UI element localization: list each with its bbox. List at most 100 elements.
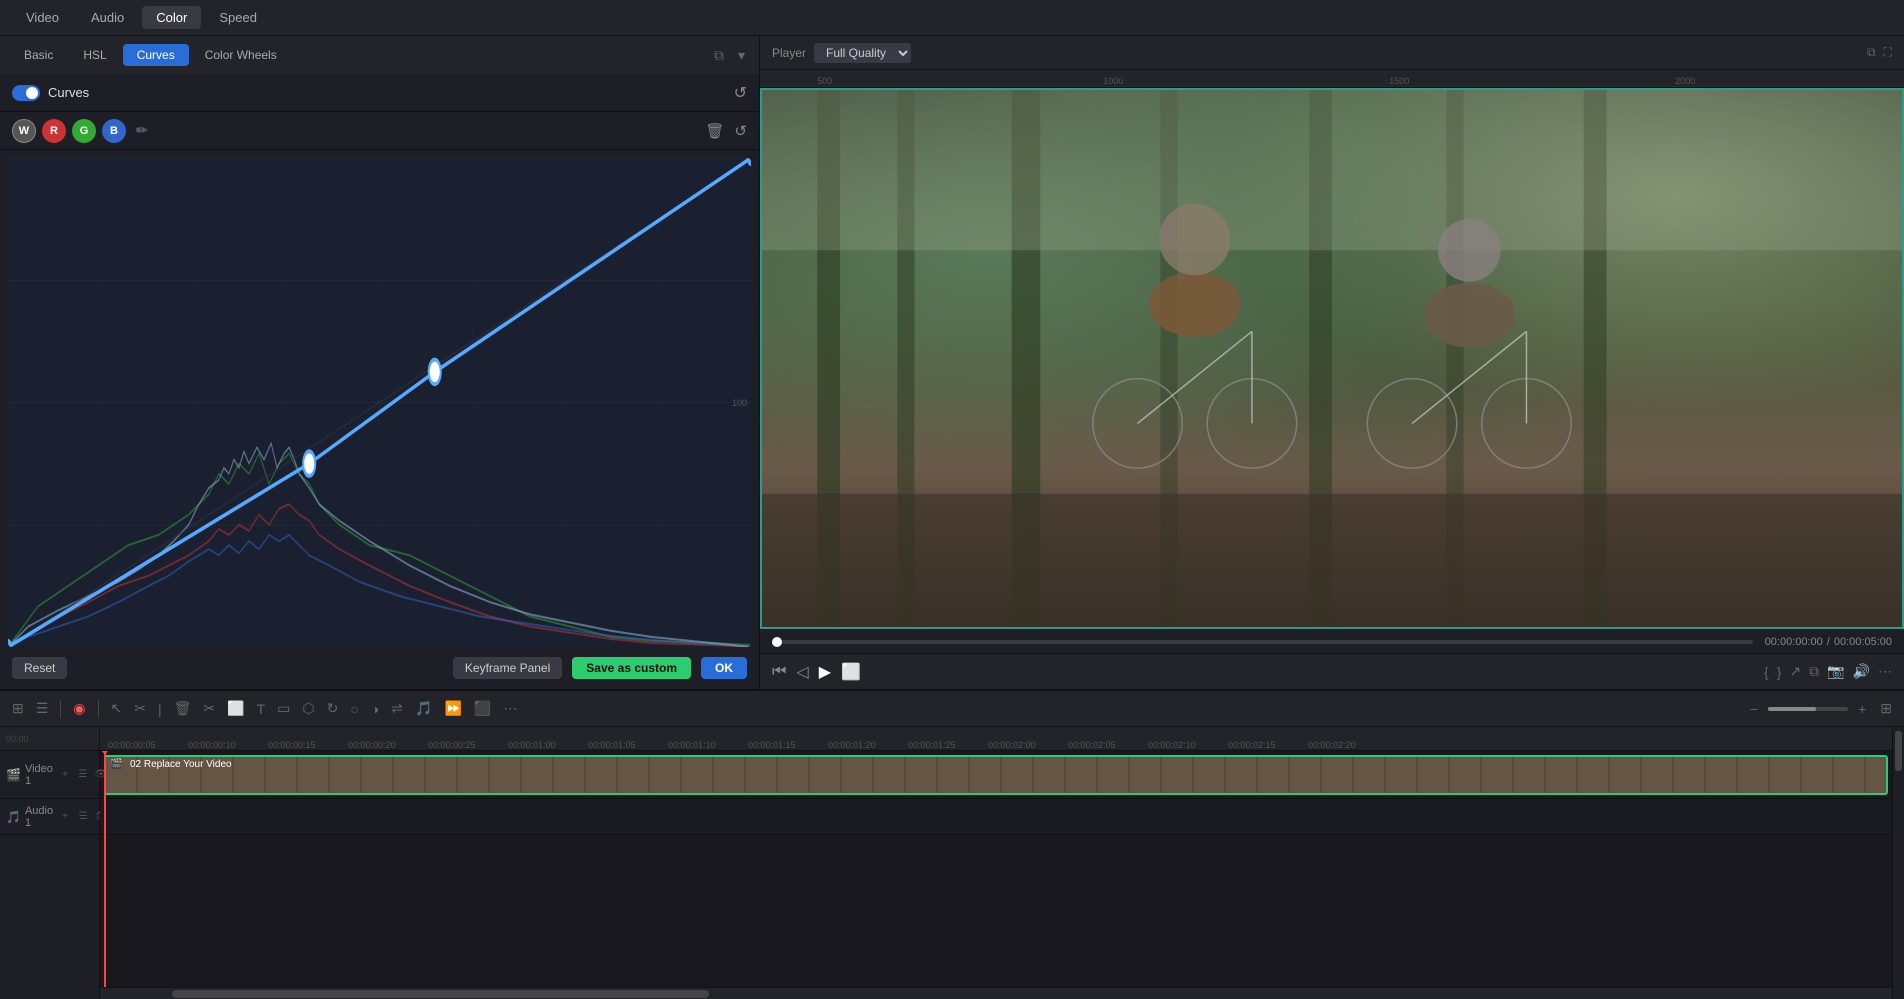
speed-btn[interactable]: ⏩ xyxy=(440,698,465,719)
zoom-in-btn[interactable]: + xyxy=(1854,699,1870,719)
keyframe-panel-button[interactable]: Keyframe Panel xyxy=(453,657,562,679)
pip-icon[interactable]: ⧉ xyxy=(1867,45,1876,60)
video-track-row: 🎬 02 Replace Your Video xyxy=(100,751,1892,799)
channel-w-btn[interactable]: W xyxy=(12,119,36,143)
volume-icon[interactable]: 🔊 xyxy=(1853,663,1870,680)
grid-view-btn[interactable]: ⊞ xyxy=(1876,698,1896,719)
select-tool[interactable]: ↖ xyxy=(107,698,127,719)
screen-icon[interactable]: ⧉ xyxy=(1809,663,1819,680)
audio-btn[interactable]: 🎵 xyxy=(411,698,436,719)
rect-btn[interactable]: ▭ xyxy=(273,698,294,719)
overlay-btn[interactable]: ⬛ xyxy=(470,698,495,719)
clip-label: 02 Replace Your Video xyxy=(130,759,232,770)
more-btn[interactable]: ⋯ xyxy=(499,698,521,719)
step-back-btn[interactable]: ◁ xyxy=(796,662,808,682)
side-scroll-thumb xyxy=(1895,731,1902,771)
timeline-tracks: 🎬 02 Replace Your Video xyxy=(100,751,1892,987)
extract-icon[interactable]: ↗ xyxy=(1789,663,1801,680)
timeline-add-icon[interactable]: ⊞ xyxy=(8,698,28,719)
timeline-ruler-tracks: 00:00:00:05 00:00:00:10 00:00:00:15 00:0… xyxy=(100,727,1892,999)
save-as-custom-button[interactable]: Save as custom xyxy=(572,657,691,679)
audio-mute-btn[interactable]: ☰ xyxy=(75,809,91,825)
razor-tool[interactable]: ✂ xyxy=(130,698,150,719)
timeline-side-scrollbar[interactable] xyxy=(1892,727,1904,999)
pencil-tool-btn[interactable]: ✏ xyxy=(136,122,148,139)
mark-in-icon[interactable]: { xyxy=(1764,664,1769,680)
reset-curve-btn[interactable]: ↺ xyxy=(734,122,747,140)
time-elapsed: 00:00:00:00 xyxy=(1765,636,1823,648)
scene-overlay xyxy=(760,88,1904,629)
playhead[interactable] xyxy=(104,751,106,987)
compare-icon[interactable]: ⧉ xyxy=(710,45,728,66)
stop-btn[interactable]: ⬜ xyxy=(841,662,861,682)
timeline-list-icon[interactable]: ☰ xyxy=(32,698,53,719)
sub-tab-bar: Basic HSL Curves Color Wheels ⧉ ▾ xyxy=(0,36,759,74)
ruler-mark-8: 00:00:01:15 xyxy=(748,740,828,750)
split-btn[interactable]: ⇌ xyxy=(387,698,407,719)
delete-curve-btn[interactable]: 🗑 xyxy=(705,122,724,140)
tab-color[interactable]: Color xyxy=(142,6,201,29)
play-btn[interactable]: ▶ xyxy=(819,662,831,682)
tab-video[interactable]: Video xyxy=(12,6,73,29)
curves-header: Curves ↺ xyxy=(0,74,759,112)
progress-indicator xyxy=(772,637,782,647)
circle-btn[interactable]: ○ xyxy=(346,699,362,719)
channel-r-btn[interactable]: R xyxy=(42,119,66,143)
toolbar-divider-1 xyxy=(60,700,61,718)
settings-icon[interactable]: ⋯ xyxy=(1878,663,1892,680)
quality-select[interactable]: Full Quality 1/2 Quality 1/4 Quality xyxy=(814,43,911,63)
ruler-inner: 00:00:00:05 00:00:00:10 00:00:00:15 00:0… xyxy=(100,727,1892,750)
ruler-mark-13: 00:00:02:10 xyxy=(1148,740,1228,750)
track-mute-btn[interactable]: ☰ xyxy=(75,767,91,783)
mask-btn[interactable]: ◑ xyxy=(367,699,383,719)
scrollbar-thumb[interactable] xyxy=(172,990,710,998)
rotate-btn[interactable]: ↻ xyxy=(323,698,343,719)
channel-b-btn[interactable]: B xyxy=(102,119,126,143)
curves-header-reset[interactable]: ↺ xyxy=(734,83,747,103)
playback-progress[interactable] xyxy=(772,640,1753,644)
tab-curves[interactable]: Curves xyxy=(123,44,189,66)
cut-btn[interactable]: ✂ xyxy=(199,698,219,719)
right-panel: Player Full Quality 1/2 Quality 1/4 Qual… xyxy=(760,36,1904,689)
zoom-out-btn[interactable]: − xyxy=(1746,699,1762,719)
ruler-mark-1: 00:00:00:10 xyxy=(188,740,268,750)
mark-out-icon[interactable]: } xyxy=(1777,664,1782,680)
tab-speed[interactable]: Speed xyxy=(205,6,271,29)
curves-canvas[interactable]: 100 xyxy=(8,158,751,647)
ok-button[interactable]: OK xyxy=(701,657,747,679)
ruler-mark-9: 00:00:01:20 xyxy=(828,740,908,750)
tab-audio[interactable]: Audio xyxy=(77,6,138,29)
top-tab-bar: Video Audio Color Speed xyxy=(0,0,1904,36)
tab-hsl[interactable]: HSL xyxy=(69,44,120,66)
audio-track-header: 🎵 Audio 1 + ☰ 👁 xyxy=(0,799,99,835)
ruler-mark-12: 00:00:02:05 xyxy=(1068,740,1148,750)
track-add-btn[interactable]: + xyxy=(57,767,73,783)
text-btn[interactable]: T xyxy=(253,699,270,719)
audio-add-btn[interactable]: + xyxy=(57,809,73,825)
delete-btn[interactable]: 🗑 xyxy=(170,698,196,719)
ruler-mark-7: 00:00:01:10 xyxy=(668,740,748,750)
prev-frame-btn[interactable]: ⏮ xyxy=(772,663,786,681)
ruler-mark-0: 00:00:00:05 xyxy=(108,740,188,750)
player-buttons: ⏮ ◁ ▶ ⬜ { } ↗ ⧉ 📷 🔊 ⋯ xyxy=(760,653,1904,689)
timeline-highlight-icon[interactable]: ◉ xyxy=(69,698,89,719)
timeline-scrollbar[interactable] xyxy=(100,987,1892,999)
ruler-mark-11: 00:00:02:00 xyxy=(988,740,1068,750)
sticker-btn[interactable]: ⬡ xyxy=(298,698,318,719)
fullscreen-icon[interactable]: ⛶ xyxy=(1884,45,1892,60)
crop-btn[interactable]: ⬜ xyxy=(223,698,248,719)
tab-basic[interactable]: Basic xyxy=(10,44,67,66)
channel-g-btn[interactable]: G xyxy=(72,119,96,143)
camera-icon[interactable]: 📷 xyxy=(1827,663,1844,680)
video-track-header: 🎬 Video 1 + ☰ 👁 🔒 xyxy=(0,751,99,799)
player-header: Player Full Quality 1/2 Quality 1/4 Qual… xyxy=(760,36,1904,70)
ruler-mark-14: 00:00:02:15 xyxy=(1228,740,1308,750)
toolbar-divider-2 xyxy=(98,700,99,718)
curves-toggle[interactable] xyxy=(12,85,40,101)
reset-button[interactable]: Reset xyxy=(12,657,67,679)
video-clip[interactable]: 🎬 02 Replace Your Video xyxy=(104,755,1888,795)
expand-icon[interactable]: ▾ xyxy=(734,45,749,66)
video-track-label: Video 1 xyxy=(25,763,53,787)
svg-text:2000: 2000 xyxy=(1675,76,1695,86)
tab-color-wheels[interactable]: Color Wheels xyxy=(191,44,291,66)
